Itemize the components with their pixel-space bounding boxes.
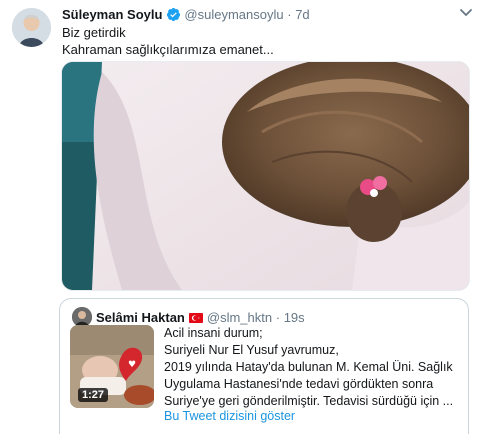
show-thread-link[interactable]: Bu Tweet dizisini göster [164, 408, 295, 425]
tweet-media-image[interactable] [61, 61, 470, 291]
author-name[interactable]: Süleyman Soylu [62, 7, 162, 22]
author-avatar[interactable] [12, 8, 51, 47]
tweet-header: Süleyman Soylu @suleymansoylu · 7d [62, 6, 476, 24]
turkey-flag-icon [188, 313, 203, 323]
chevron-down-icon[interactable] [456, 4, 476, 22]
tweet-time[interactable]: 7d [295, 7, 309, 22]
svg-text:♥: ♥ [128, 360, 136, 370]
quoted-text-line: Suriyeli Nur El Yusuf yavrumuz, [164, 343, 339, 357]
video-duration-badge: 1:27 [78, 388, 109, 402]
quoted-header-separator: · [275, 310, 281, 325]
quoted-tweet-time: 19s [283, 310, 305, 325]
quoted-tweet[interactable]: Selâmi Haktan @slm_hktn · 19s ♥ 1:27 Acil… [59, 298, 469, 434]
tweet-text-line: Kahraman sağlıkçılarımıza emanet... [62, 42, 274, 57]
tweet-text: Biz getirdik Kahraman sağlıkçılarımıza e… [62, 24, 274, 58]
quoted-video-thumbnail[interactable]: ♥ 1:27 [70, 325, 154, 408]
quoted-author-handle: @slm_hktn [206, 310, 273, 325]
quoted-tweet-header: Selâmi Haktan @slm_hktn · 19s [72, 307, 305, 327]
quoted-text-line: 2019 yılında Hatay'da bulunan M. Kemal Ü… [164, 360, 453, 374]
tweet-text-line: Biz getirdik [62, 25, 126, 40]
quoted-author-name: Selâmi Haktan [96, 310, 185, 325]
quoted-text-line: Uygulama Hastanesi'nde tedavi gördükten … [164, 377, 434, 391]
quoted-author-avatar[interactable] [72, 307, 92, 327]
quoted-text-line: Acil insani durum; [164, 326, 263, 340]
author-handle[interactable]: @suleymansoylu [184, 7, 283, 22]
header-separator: · [287, 7, 292, 22]
quoted-tweet-text: Acil insani durum; Suriyeli Nur El Yusuf… [164, 325, 460, 410]
